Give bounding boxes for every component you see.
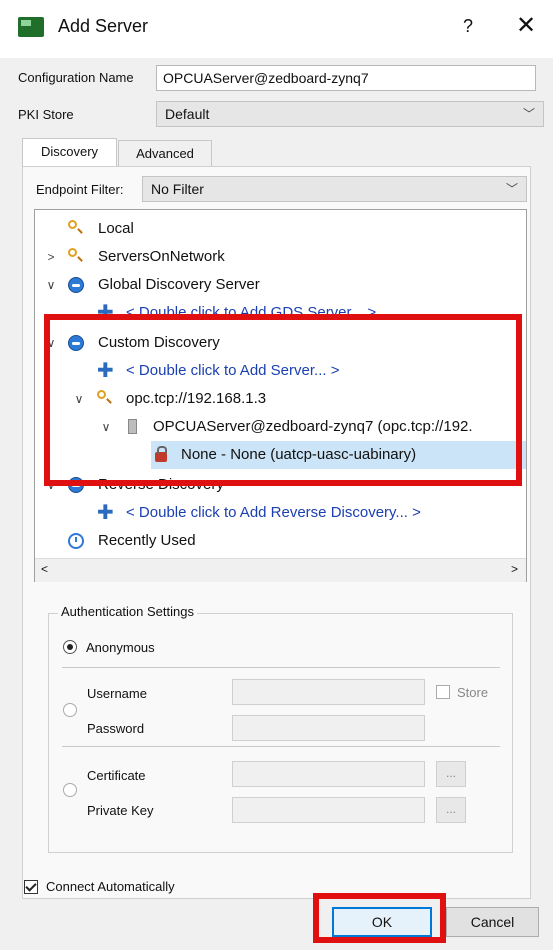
horizontal-scrollbar[interactable]: < >: [35, 558, 526, 582]
tree-item-servers-on-network[interactable]: > ServersOnNetwork: [35, 243, 526, 271]
anonymous-radio[interactable]: [63, 640, 77, 654]
password-input[interactable]: [232, 715, 425, 741]
tab-advanced[interactable]: Advanced: [118, 140, 212, 166]
certificate-input[interactable]: [232, 761, 425, 787]
endpoint-filter-value: No Filter: [151, 181, 204, 197]
clock-icon: [68, 533, 84, 549]
globe-icon: [68, 277, 84, 293]
close-button[interactable]: ✕: [512, 12, 540, 40]
plus-icon: ✚: [97, 502, 114, 524]
scroll-left-icon[interactable]: <: [41, 562, 48, 576]
magnifier-icon: [68, 248, 77, 257]
tab-discovery[interactable]: Discovery: [22, 138, 117, 166]
chevron-down-icon[interactable]: ∨: [44, 271, 58, 299]
pki-store-value: Default: [165, 106, 210, 122]
pki-store-select[interactable]: Default ﹀: [156, 101, 544, 127]
pki-store-label: PKI Store: [18, 107, 74, 122]
endpoint-filter-label: Endpoint Filter:: [36, 182, 124, 197]
help-button[interactable]: ?: [456, 12, 480, 40]
endpoint-filter-select[interactable]: No Filter ﹀: [142, 176, 527, 202]
store-checkbox[interactable]: [436, 685, 450, 699]
highlight-box-tree: [44, 314, 522, 486]
certificate-label: Certificate: [87, 768, 146, 783]
divider: [62, 746, 500, 747]
tree-item-global-discovery-server[interactable]: ∨ Global Discovery Server: [35, 271, 526, 299]
password-label: Password: [87, 721, 145, 736]
connect-automatically-checkbox[interactable]: [24, 880, 38, 894]
window-title: Add Server: [58, 16, 149, 36]
tree-item-add-reverse-discovery[interactable]: ✚ < Double click to Add Reverse Discover…: [35, 499, 526, 527]
private-key-input[interactable]: [232, 797, 425, 823]
tree-item-recently-used[interactable]: Recently Used: [35, 527, 526, 555]
chevron-down-icon: ﹀: [505, 182, 518, 196]
config-name-label: Configuration Name: [18, 70, 134, 85]
username-input[interactable]: [232, 679, 425, 705]
authentication-title: Authentication Settings: [58, 604, 197, 619]
cancel-button[interactable]: Cancel: [446, 907, 539, 937]
certificate-radio[interactable]: [63, 783, 77, 797]
divider: [62, 667, 500, 668]
chevron-down-icon: ﹀: [522, 107, 535, 121]
store-label: Store: [457, 685, 489, 700]
private-key-browse-button[interactable]: ...: [436, 797, 466, 823]
private-key-label: Private Key: [87, 803, 154, 818]
username-label: Username: [87, 686, 147, 701]
app-icon: [18, 17, 44, 37]
config-name-input[interactable]: OPCUAServer@zedboard-zynq7: [156, 65, 536, 91]
highlight-box-ok: [313, 893, 446, 943]
certificate-browse-button[interactable]: ...: [436, 761, 466, 787]
username-radio[interactable]: [63, 703, 77, 717]
scroll-right-icon[interactable]: >: [511, 562, 518, 576]
connect-automatically-label: Connect Automatically: [46, 879, 175, 894]
anonymous-label: Anonymous: [86, 640, 155, 655]
magnifier-icon: [68, 220, 77, 229]
tree-item-local[interactable]: Local: [35, 215, 526, 243]
chevron-right-icon[interactable]: >: [44, 243, 58, 271]
